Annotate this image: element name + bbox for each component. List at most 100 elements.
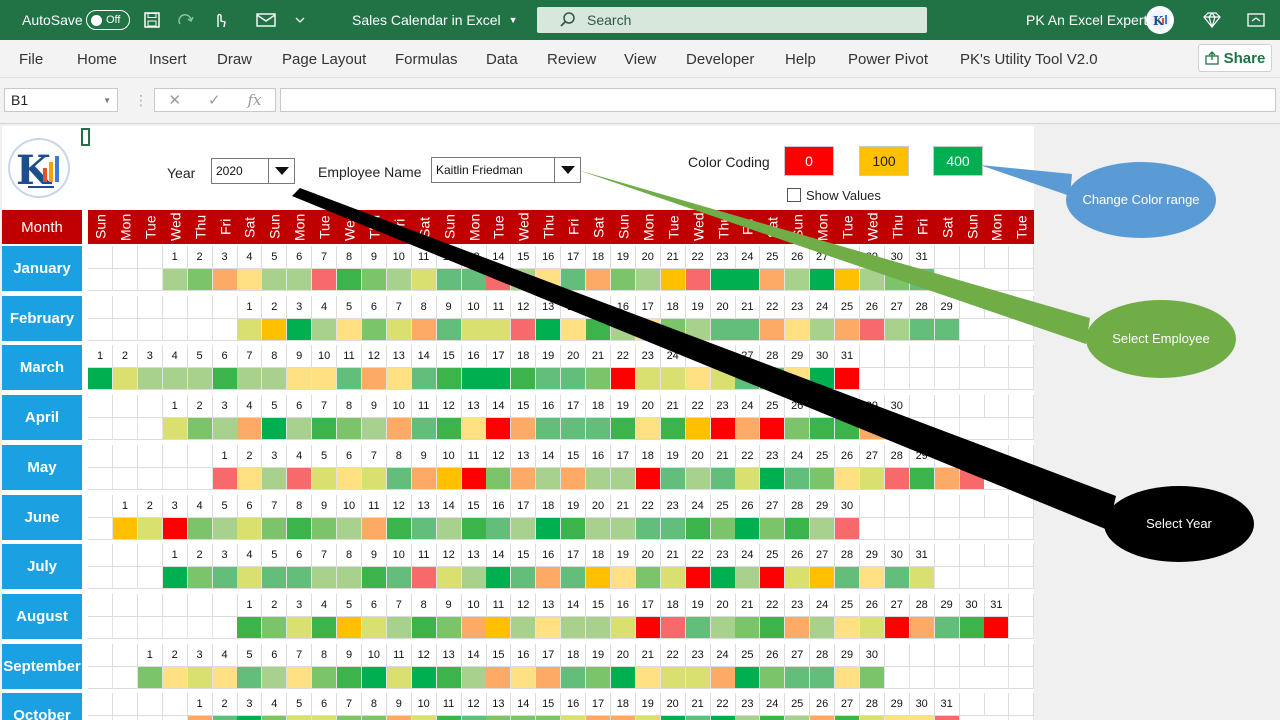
day-number-cell[interactable]: 23: [660, 494, 686, 518]
day-number-cell[interactable]: [884, 345, 910, 369]
day-number-cell[interactable]: 30: [859, 643, 885, 667]
day-number-cell[interactable]: 19: [586, 643, 611, 667]
day-number-cell[interactable]: 28: [835, 544, 860, 568]
tab-file[interactable]: File: [19, 40, 43, 78]
heat-cell[interactable]: [187, 517, 213, 540]
heat-cell[interactable]: [884, 269, 910, 291]
day-number-cell[interactable]: 15: [511, 246, 537, 269]
tab-review[interactable]: Review: [547, 40, 596, 78]
heat-cell[interactable]: [511, 368, 537, 391]
day-number-cell[interactable]: [187, 593, 213, 617]
heat-cell[interactable]: [959, 517, 985, 540]
heat-cell[interactable]: [685, 616, 711, 639]
day-number-cell[interactable]: 17: [635, 295, 661, 319]
heat-cell[interactable]: [859, 616, 885, 639]
day-number-cell[interactable]: 26: [835, 444, 860, 468]
day-number-cell[interactable]: [112, 593, 138, 617]
heat-cell[interactable]: [635, 269, 661, 291]
heat-cell[interactable]: [411, 269, 437, 291]
day-number-cell[interactable]: [88, 693, 113, 717]
heat-cell[interactable]: [187, 666, 213, 689]
day-number-cell[interactable]: 23: [710, 246, 736, 269]
day-number-cell[interactable]: 5: [212, 494, 238, 518]
day-number-cell[interactable]: 2: [237, 444, 263, 468]
day-number-cell[interactable]: [1009, 544, 1035, 568]
day-number-cell[interactable]: 10: [312, 345, 338, 369]
day-number-cell[interactable]: [1009, 295, 1035, 319]
day-number-cell[interactable]: 18: [536, 494, 562, 518]
heat-cell[interactable]: [361, 368, 387, 391]
day-number-cell[interactable]: 29: [909, 444, 935, 468]
day-number-cell[interactable]: 21: [660, 246, 686, 269]
heat-cell[interactable]: [859, 666, 885, 689]
day-number-cell[interactable]: [162, 593, 188, 617]
heat-cell[interactable]: [187, 418, 213, 441]
heat-cell[interactable]: [436, 666, 462, 689]
day-number-cell[interactable]: 8: [337, 395, 362, 419]
day-number-cell[interactable]: 20: [610, 643, 636, 667]
heat-cell[interactable]: [660, 517, 686, 540]
heat-cell[interactable]: [511, 318, 537, 341]
day-number-cell[interactable]: [959, 295, 985, 319]
heat-cell[interactable]: [237, 517, 263, 540]
heat-cell[interactable]: [685, 716, 711, 720]
day-number-cell[interactable]: 14: [486, 395, 512, 419]
heat-cell[interactable]: [162, 567, 188, 590]
day-number-cell[interactable]: 30: [835, 494, 860, 518]
heat-cell[interactable]: [361, 467, 387, 490]
day-number-cell[interactable]: 12: [411, 643, 437, 667]
day-number-cell[interactable]: 8: [312, 643, 338, 667]
heat-cell[interactable]: [859, 269, 885, 291]
heat-cell[interactable]: [760, 368, 786, 391]
day-number-cell[interactable]: 22: [685, 246, 711, 269]
heat-cell[interactable]: [710, 517, 736, 540]
heat-cell[interactable]: [411, 467, 437, 490]
heat-cell[interactable]: [436, 616, 462, 639]
day-number-cell[interactable]: [112, 295, 138, 319]
heat-cell[interactable]: [959, 318, 985, 341]
heat-cell[interactable]: [859, 418, 885, 441]
day-number-cell[interactable]: 1: [212, 444, 238, 468]
heat-cell[interactable]: [162, 368, 188, 391]
heat-cell[interactable]: [312, 517, 338, 540]
heat-cell[interactable]: [735, 666, 761, 689]
heat-cell[interactable]: [760, 418, 786, 441]
heat-cell[interactable]: [859, 567, 885, 590]
day-number-cell[interactable]: 10: [386, 544, 412, 568]
heat-cell[interactable]: [312, 567, 338, 590]
heat-cell[interactable]: [112, 567, 138, 590]
day-number-cell[interactable]: 7: [287, 643, 313, 667]
heat-cell[interactable]: [411, 567, 437, 590]
day-number-cell[interactable]: 20: [660, 693, 686, 717]
day-number-cell[interactable]: 2: [112, 345, 138, 369]
heat-cell[interactable]: [112, 616, 138, 639]
day-number-cell[interactable]: 8: [337, 246, 362, 269]
heat-cell[interactable]: [810, 517, 836, 540]
day-number-cell[interactable]: 18: [586, 246, 611, 269]
heat-cell[interactable]: [810, 318, 836, 341]
day-number-cell[interactable]: 3: [212, 395, 238, 419]
heat-cell[interactable]: [511, 467, 537, 490]
day-number-cell[interactable]: 23: [785, 593, 811, 617]
heat-cell[interactable]: [536, 269, 562, 291]
day-number-cell[interactable]: [1009, 246, 1035, 269]
heat-cell[interactable]: [461, 616, 487, 639]
day-number-cell[interactable]: 9: [312, 494, 338, 518]
day-number-cell[interactable]: 4: [187, 494, 213, 518]
day-number-cell[interactable]: [88, 395, 113, 419]
heat-cell[interactable]: [735, 467, 761, 490]
heat-cell[interactable]: [88, 567, 113, 590]
day-number-cell[interactable]: 21: [586, 345, 611, 369]
heat-cell[interactable]: [337, 666, 362, 689]
heat-cell[interactable]: [561, 368, 587, 391]
day-number-cell[interactable]: 14: [461, 643, 487, 667]
day-number-cell[interactable]: [984, 444, 1010, 468]
heat-cell[interactable]: [337, 467, 362, 490]
heat-cell[interactable]: [884, 616, 910, 639]
heat-cell[interactable]: [88, 269, 113, 291]
day-number-cell[interactable]: [984, 494, 1010, 518]
heat-cell[interactable]: [835, 666, 860, 689]
day-number-cell[interactable]: [137, 444, 163, 468]
heat-cell[interactable]: [237, 467, 263, 490]
day-number-cell[interactable]: 28: [810, 643, 836, 667]
